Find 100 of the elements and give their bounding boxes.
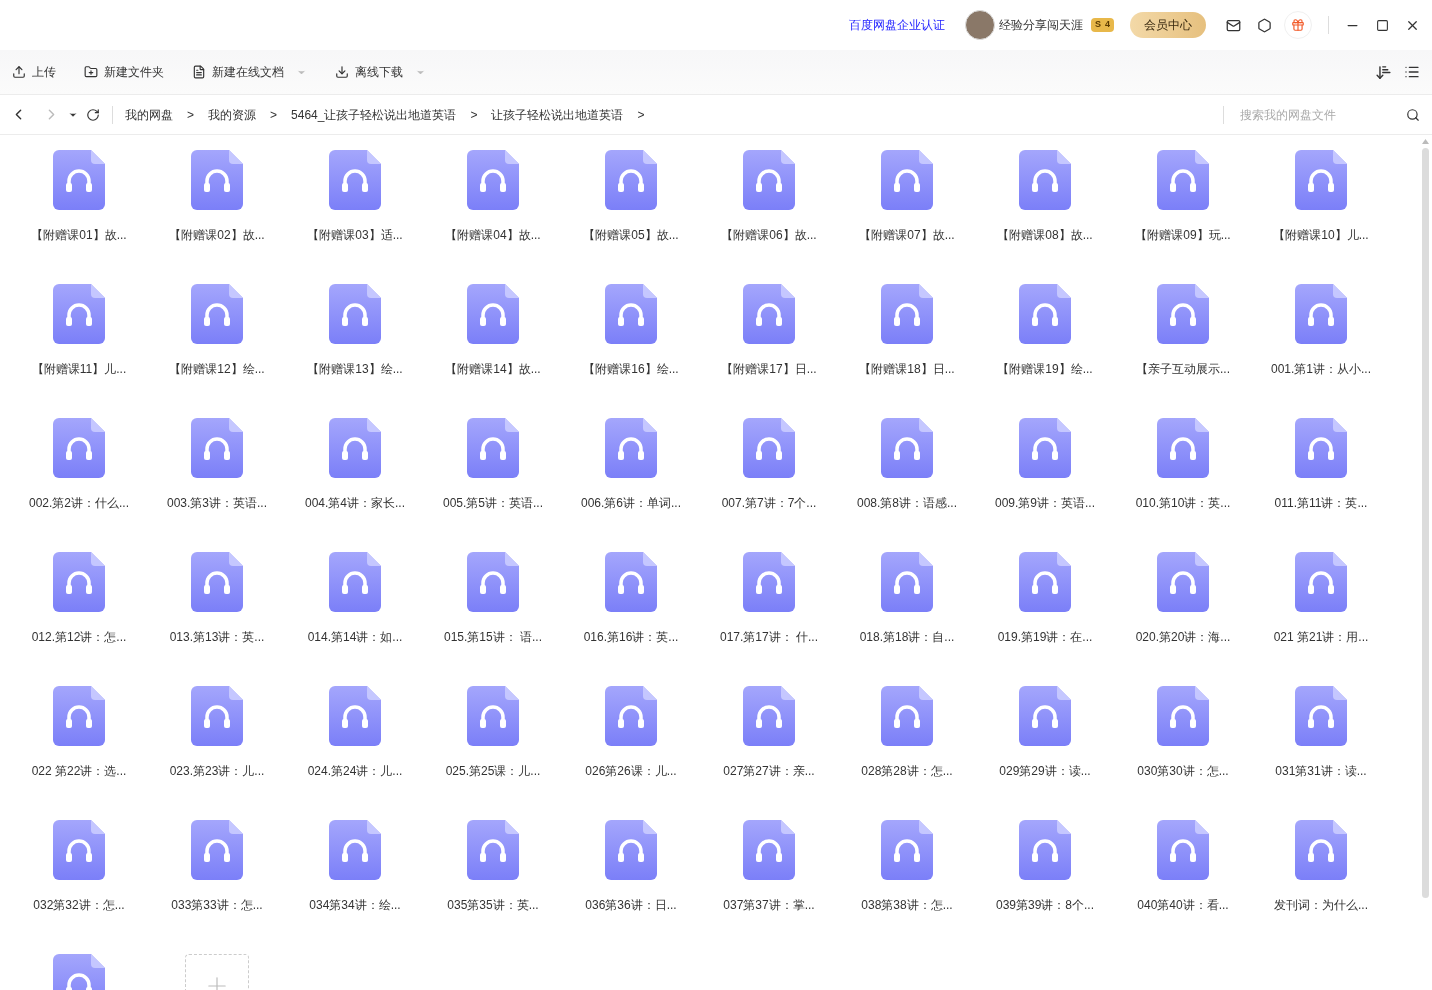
user-avatar[interactable]	[964, 10, 995, 40]
search-icon[interactable]	[1406, 107, 1420, 122]
file-item[interactable]: 015.第15讲： 语...	[424, 552, 562, 686]
file-item[interactable]: 010.第10讲：英...	[1114, 418, 1252, 552]
file-item[interactable]: 【附赠课09】玩...	[1114, 150, 1252, 284]
toolbar-button[interactable]: 新建文件夹	[84, 63, 164, 81]
file-item[interactable]: 036第36讲：日...	[562, 820, 700, 954]
file-name: 039第39讲：8个...	[995, 897, 1094, 914]
refresh-icon[interactable]	[86, 107, 100, 122]
file-item[interactable]: 009.第9讲：英语...	[976, 418, 1114, 552]
file-item[interactable]: 007.第7讲：7个...	[700, 418, 838, 552]
file-item[interactable]: 011.第11讲：英...	[1252, 418, 1390, 552]
file-item[interactable]: 【附赠课07】故...	[838, 150, 976, 284]
file-item[interactable]: 020.第20讲：海...	[1114, 552, 1252, 686]
list-view-icon[interactable]	[1404, 64, 1420, 80]
file-item[interactable]: 031第31讲：读...	[1252, 686, 1390, 820]
file-item[interactable]: 【附赠课02】故...	[148, 150, 286, 284]
audio-file-icon	[467, 552, 519, 612]
sort-icon[interactable]	[1375, 63, 1392, 81]
folder-icon	[84, 65, 98, 79]
file-item[interactable]: 035第35讲：英...	[424, 820, 562, 954]
file-item[interactable]: 037第37讲：掌...	[700, 820, 838, 954]
file-item[interactable]: 【附赠课18】日...	[838, 284, 976, 418]
file-item[interactable]: 025.第25课：儿...	[424, 686, 562, 820]
file-item[interactable]: 030第30讲：怎...	[1114, 686, 1252, 820]
file-item[interactable]: 【附赠课16】绘...	[562, 284, 700, 418]
file-item[interactable]: 008.第8讲：语感...	[838, 418, 976, 552]
file-item[interactable]: 029第29讲：读...	[976, 686, 1114, 820]
audio-file-icon	[1157, 686, 1209, 746]
file-name: 【附赠课14】故...	[445, 361, 541, 378]
file-item[interactable]: 039第39讲：8个...	[976, 820, 1114, 954]
search-field[interactable]: 搜索我的网盘文件	[1240, 105, 1420, 124]
file-name: 【附赠课01】故...	[31, 227, 127, 244]
file-item[interactable]: 005.第5讲：英语...	[424, 418, 562, 552]
user-name[interactable]: 经验分享闯天涯	[998, 16, 1083, 34]
file-item[interactable]: 002.第2讲：什么...	[10, 418, 148, 552]
audio-file-icon	[1295, 686, 1347, 746]
file-item[interactable]: 【附赠课10】儿...	[1252, 150, 1390, 284]
toolbar-button[interactable]: 新建在线文档	[192, 63, 284, 81]
audio-file-icon	[1295, 418, 1347, 478]
file-item[interactable]: 【亲子互动展示...	[1114, 284, 1252, 418]
file-item[interactable]: 【附赠课13】绘...	[286, 284, 424, 418]
file-name: 002.第2讲：什么...	[29, 495, 129, 512]
file-item[interactable]: 【附赠课14】故...	[424, 284, 562, 418]
file-item[interactable]: 003.第3讲：英语...	[148, 418, 286, 552]
file-item[interactable]: 012.第12讲：怎...	[10, 552, 148, 686]
file-name: 027第27讲：亲...	[723, 763, 815, 780]
file-item[interactable]: 013.第13讲：英...	[148, 552, 286, 686]
file-item[interactable]: 024.第24讲：儿...	[286, 686, 424, 820]
breadcrumb-link[interactable]: 让孩子轻松说出地道英语	[491, 105, 624, 124]
file-item[interactable]: 【附赠课11】儿...	[10, 284, 148, 418]
file-item[interactable]: 033第33讲：怎...	[148, 820, 286, 954]
settings-icon[interactable]	[1257, 17, 1272, 33]
file-item[interactable]: 028第28讲：怎...	[838, 686, 976, 820]
file-item[interactable]: 【附赠课03】适...	[286, 150, 424, 284]
file-item[interactable]: 【附赠课17】日...	[700, 284, 838, 418]
file-name: 【附赠课03】适...	[307, 227, 403, 244]
audio-file-icon	[53, 686, 105, 746]
file-item[interactable]: 【附赠课04】故...	[424, 150, 562, 284]
breadcrumb-link[interactable]: 我的资源	[208, 105, 256, 124]
file-item[interactable]: 022 第22讲：选...	[10, 686, 148, 820]
file-item[interactable]: 016.第16讲：英...	[562, 552, 700, 686]
file-item[interactable]: 【附赠课06】故...	[700, 150, 838, 284]
file-item[interactable]: 018.第18讲：自...	[838, 552, 976, 686]
file-item[interactable]: 006.第6讲：单词...	[562, 418, 700, 552]
audio-file-icon	[743, 150, 795, 210]
file-name: 030第30讲：怎...	[1137, 763, 1229, 780]
file-item[interactable]: 004.第4讲：家长...	[286, 418, 424, 552]
mail-icon[interactable]	[1226, 17, 1241, 33]
file-item[interactable]: 【附赠课01】故...	[10, 150, 148, 284]
file-item[interactable]: 023.第23讲：儿...	[148, 686, 286, 820]
toolbar-button[interactable]: 上传	[12, 63, 56, 81]
file-item[interactable]: 014.第14讲：如...	[286, 552, 424, 686]
member-center-button[interactable]: 会员中心	[1130, 12, 1206, 38]
breadcrumb-link[interactable]: 我的网盘	[125, 105, 173, 124]
file-item[interactable]: 001.第1讲：从小...	[1252, 284, 1390, 418]
file-item[interactable]: 032第32讲：怎...	[10, 820, 148, 954]
breadcrumb-link[interactable]: 5464_让孩子轻松说出地道英语	[291, 105, 457, 124]
audio-file-icon	[53, 150, 105, 210]
file-item[interactable]: 【附赠课05】故...	[562, 150, 700, 284]
toolbar-button[interactable]: 离线下载	[335, 63, 403, 81]
file-item[interactable]: 021 第21讲：用...	[1252, 552, 1390, 686]
file-name: 004.第4讲：家长...	[305, 495, 405, 512]
file-item[interactable]: 【附赠课19】绘...	[976, 284, 1114, 418]
file-item[interactable]: 【附赠课12】绘...	[148, 284, 286, 418]
file-name: 【附赠课08】故...	[997, 227, 1093, 244]
maximize-icon[interactable]	[1376, 18, 1389, 32]
file-item[interactable]: 034第34讲：绘...	[286, 820, 424, 954]
audio-file-icon	[467, 284, 519, 344]
file-item[interactable]: 017.第17讲： 什...	[700, 552, 838, 686]
file-item[interactable]: 040第40讲：看...	[1114, 820, 1252, 954]
file-item[interactable]: 038第38讲：怎...	[838, 820, 976, 954]
file-item[interactable]: 019.第19讲：在...	[976, 552, 1114, 686]
file-item[interactable]: 【附赠课08】故...	[976, 150, 1114, 284]
file-item[interactable]: 027第27讲：亲...	[700, 686, 838, 820]
file-item[interactable]: 发刊词：为什么...	[1252, 820, 1390, 954]
file-name: 【附赠课10】儿...	[1273, 227, 1369, 244]
enterprise-verify-link[interactable]: 百度网盘企业认证	[848, 16, 945, 34]
file-name: 025.第25课：儿...	[445, 763, 541, 780]
file-item[interactable]: 026第26课：儿...	[562, 686, 700, 820]
